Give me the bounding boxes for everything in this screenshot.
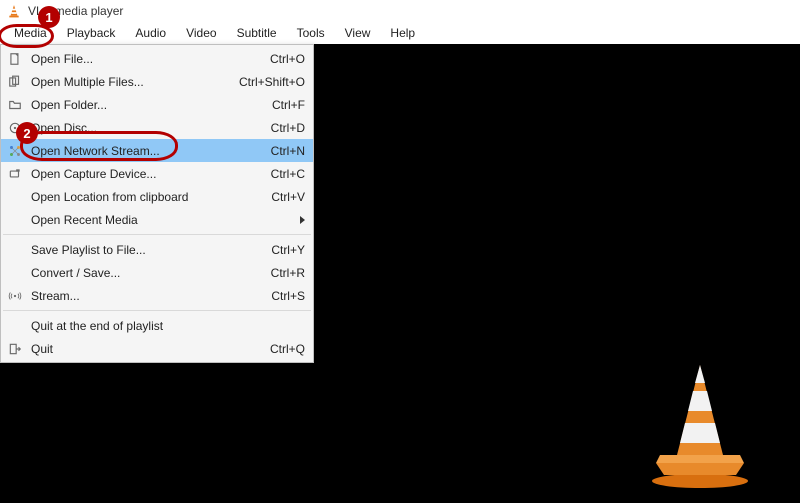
menu-shortcut: Ctrl+R: [271, 266, 305, 280]
menu-tools[interactable]: Tools: [287, 23, 335, 43]
menu-audio[interactable]: Audio: [125, 23, 176, 43]
menu-shortcut: Ctrl+N: [271, 144, 305, 158]
menu-shortcut: Ctrl+F: [272, 98, 305, 112]
menu-open-capture-device[interactable]: Open Capture Device... Ctrl+C: [1, 162, 313, 185]
menu-shortcut: Ctrl+O: [270, 52, 305, 66]
menu-playback[interactable]: Playback: [57, 23, 126, 43]
menubar: Media Playback Audio Video Subtitle Tool…: [0, 22, 800, 44]
menu-open-clipboard[interactable]: Open Location from clipboard Ctrl+V: [1, 185, 313, 208]
menu-shortcut: Ctrl+C: [271, 167, 305, 181]
menu-shortcut: Ctrl+D: [271, 121, 305, 135]
menu-quit-end-playlist[interactable]: Quit at the end of playlist: [1, 314, 313, 337]
media-dropdown: Open File... Ctrl+O Open Multiple Files.…: [0, 44, 314, 363]
menu-separator: [3, 310, 311, 311]
annotation-ring-2: [20, 131, 178, 161]
capture-icon: [5, 167, 25, 181]
app-icon: [6, 3, 22, 19]
titlebar: VLC media player: [0, 0, 800, 22]
quit-icon: [5, 342, 25, 356]
menu-quit[interactable]: Quit Ctrl+Q: [1, 337, 313, 360]
menu-open-folder[interactable]: Open Folder... Ctrl+F: [1, 93, 313, 116]
files-icon: [5, 75, 25, 89]
menu-save-playlist[interactable]: Save Playlist to File... Ctrl+Y: [1, 238, 313, 261]
menu-label: Open Location from clipboard: [25, 190, 261, 204]
menu-separator: [3, 234, 311, 235]
menu-open-multiple-files[interactable]: Open Multiple Files... Ctrl+Shift+O: [1, 70, 313, 93]
menu-open-file[interactable]: Open File... Ctrl+O: [1, 47, 313, 70]
menu-stream[interactable]: Stream... Ctrl+S: [1, 284, 313, 307]
menu-shortcut: Ctrl+Q: [270, 342, 305, 356]
menu-label: Open Folder...: [25, 98, 262, 112]
menu-label: Open Multiple Files...: [25, 75, 229, 89]
folder-icon: [5, 98, 25, 112]
menu-shortcut: Ctrl+Y: [271, 243, 305, 257]
menu-label: Open Capture Device...: [25, 167, 261, 181]
menu-subtitle[interactable]: Subtitle: [227, 23, 287, 43]
stream-icon: [5, 289, 25, 303]
menu-help[interactable]: Help: [380, 23, 425, 43]
menu-shortcut: Ctrl+S: [271, 289, 305, 303]
menu-label: Quit at the end of playlist: [25, 319, 305, 333]
menu-view[interactable]: View: [335, 23, 381, 43]
menu-shortcut: Ctrl+V: [271, 190, 305, 204]
menu-shortcut: Ctrl+Shift+O: [239, 75, 305, 89]
annotation-badge-1: 1: [38, 6, 60, 28]
menu-label: Stream...: [25, 289, 261, 303]
submenu-arrow-icon: [300, 216, 305, 224]
file-icon: [5, 52, 25, 66]
menu-label: Open Recent Media: [25, 213, 300, 227]
menu-label: Convert / Save...: [25, 266, 261, 280]
menu-label: Quit: [25, 342, 260, 356]
annotation-badge-2: 2: [16, 122, 38, 144]
menu-video[interactable]: Video: [176, 23, 226, 43]
menu-label: Open File...: [25, 52, 260, 66]
menu-open-recent-media[interactable]: Open Recent Media: [1, 208, 313, 231]
menu-label: Save Playlist to File...: [25, 243, 261, 257]
vlc-logo: [640, 359, 760, 489]
menu-convert-save[interactable]: Convert / Save... Ctrl+R: [1, 261, 313, 284]
